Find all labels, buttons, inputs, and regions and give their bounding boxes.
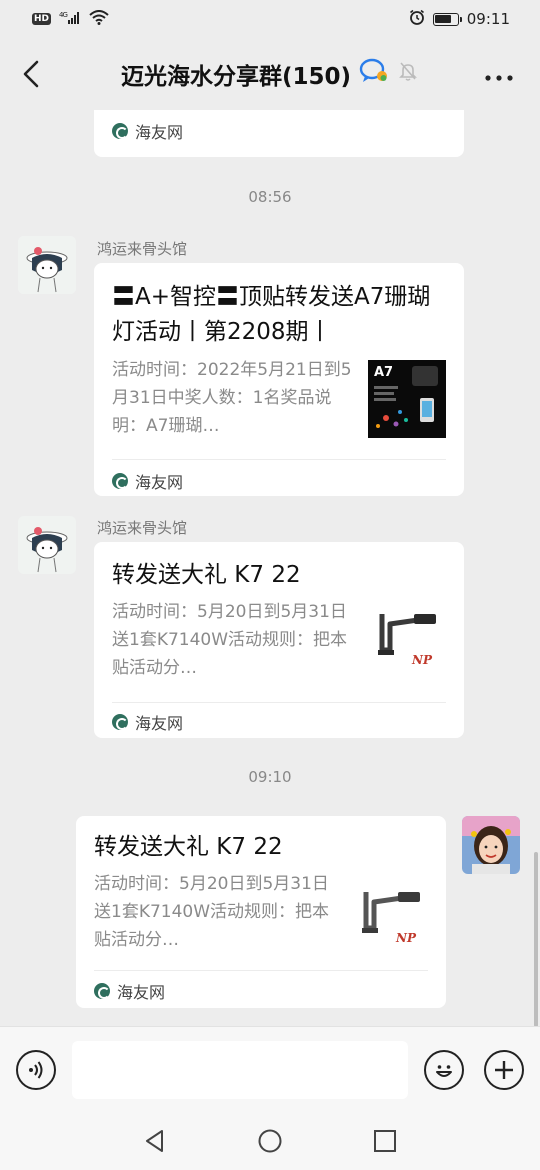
thumbnail-label: A7 bbox=[374, 365, 393, 380]
mute-bell-icon bbox=[397, 60, 419, 88]
card-description: 活动时间：5月20日到5月31日送1套K7140W活动规则：把本贴活动分… bbox=[112, 602, 348, 678]
group-chat-icon bbox=[359, 58, 389, 90]
source-logo-icon bbox=[112, 714, 128, 730]
card-description: 活动时间：2022年5月21日到5月31日中奖人数：1名奖品说明：A7珊瑚… bbox=[112, 360, 352, 436]
card-title: 〓A+智控〓顶贴转发送A7珊瑚灯活动丨第2208期丨 bbox=[112, 284, 431, 345]
system-nav-bar bbox=[0, 1108, 540, 1170]
message-card[interactable]: 〓A+智控〓顶贴转发送A7珊瑚灯活动丨第2208期丨 活动时间：2022年5月2… bbox=[94, 263, 464, 496]
sender-name: 鸿运来骨头馆 bbox=[97, 240, 188, 258]
source-logo-icon bbox=[112, 473, 128, 489]
battery-fill bbox=[435, 15, 452, 23]
message-input[interactable] bbox=[72, 1041, 408, 1099]
emoji-icon bbox=[436, 1065, 452, 1077]
source-logo-icon bbox=[112, 123, 128, 139]
source-name: 海友网 bbox=[117, 983, 166, 1002]
input-bar bbox=[0, 1026, 540, 1108]
more-icon bbox=[485, 75, 513, 81]
nav-back-icon bbox=[146, 1130, 163, 1152]
more-button[interactable] bbox=[484, 64, 514, 84]
sender-name: 鸿运来骨头馆 bbox=[97, 519, 188, 537]
nav-recents-button[interactable] bbox=[372, 1128, 398, 1154]
voice-button[interactable] bbox=[16, 1050, 56, 1090]
timestamp: 08:56 bbox=[248, 188, 292, 206]
card-thumbnail: A7 bbox=[368, 360, 446, 438]
alarm-icon bbox=[409, 9, 425, 29]
card-title: 转发送大礼 K7 22 bbox=[94, 834, 283, 860]
message-card[interactable]: 转发送大礼 K7 22 活动时间：5月20日到5月31日送1套K7140W活动规… bbox=[76, 816, 446, 1008]
status-left: HD 4G bbox=[32, 9, 109, 29]
card-source: 海友网 bbox=[112, 119, 183, 143]
chat-header: 迈光海水分享群(150) bbox=[0, 38, 540, 110]
signal-icon: 4G bbox=[59, 11, 81, 28]
plus-icon bbox=[495, 1061, 513, 1079]
hd-icon: HD bbox=[32, 13, 52, 25]
nav-home-button[interactable] bbox=[257, 1128, 283, 1154]
message-card[interactable]: 转发送大礼 K7 22 活动时间：5月20日到5月31日送1套K7140W活动规… bbox=[94, 542, 464, 738]
back-button[interactable] bbox=[16, 56, 46, 92]
card-title: 转发送大礼 K7 22 bbox=[112, 562, 301, 588]
card-divider bbox=[112, 702, 446, 703]
avatar[interactable] bbox=[18, 516, 76, 574]
card-thumbnail: NP bbox=[354, 878, 432, 956]
status-bar: HD 4G 09:11 bbox=[0, 0, 540, 38]
card-divider bbox=[112, 459, 446, 460]
card-source: 海友网 bbox=[112, 710, 183, 734]
nav-home-icon bbox=[258, 1129, 282, 1153]
scrollbar-thumb[interactable] bbox=[534, 852, 538, 1026]
status-right: 09:11 bbox=[409, 9, 510, 29]
source-name: 海友网 bbox=[135, 123, 184, 142]
back-icon bbox=[23, 60, 39, 88]
source-name: 海友网 bbox=[135, 473, 184, 492]
group-name: 迈光海水分享群(150) bbox=[120, 64, 352, 90]
source-logo-icon bbox=[94, 983, 110, 999]
avatar[interactable] bbox=[18, 236, 76, 294]
emoji-button[interactable] bbox=[424, 1050, 464, 1090]
nav-recents-icon bbox=[374, 1130, 396, 1152]
battery-icon bbox=[432, 12, 462, 26]
card-source: 海友网 bbox=[112, 469, 183, 493]
chat-title: 迈光海水分享群(150) bbox=[121, 57, 419, 91]
card-description: 活动时间：5月20日到5月31日送1套K7140W活动规则：把本贴活动分… bbox=[94, 874, 330, 950]
svg-text:NP: NP bbox=[411, 653, 433, 667]
chat-area[interactable]: 海友网 08:56 鸿运来骨头馆 〓A+智控〓顶贴转发送A7珊瑚灯活动丨第220… bbox=[0, 110, 540, 1026]
wifi-icon bbox=[89, 9, 109, 29]
plus-button[interactable] bbox=[484, 1050, 524, 1090]
network-type: 4G bbox=[59, 11, 67, 19]
card-source: 海友网 bbox=[94, 979, 165, 1003]
voice-icon bbox=[29, 1061, 43, 1079]
source-name: 海友网 bbox=[135, 714, 184, 733]
card-divider bbox=[94, 970, 428, 971]
card-thumbnail: NP bbox=[368, 600, 446, 678]
timestamp: 09:10 bbox=[248, 768, 292, 786]
clock: 09:11 bbox=[466, 10, 510, 28]
my-avatar[interactable] bbox=[462, 816, 520, 874]
svg-text:NP: NP bbox=[395, 931, 417, 945]
nav-back-button[interactable] bbox=[142, 1128, 168, 1154]
message-card[interactable]: 海友网 bbox=[94, 110, 464, 157]
